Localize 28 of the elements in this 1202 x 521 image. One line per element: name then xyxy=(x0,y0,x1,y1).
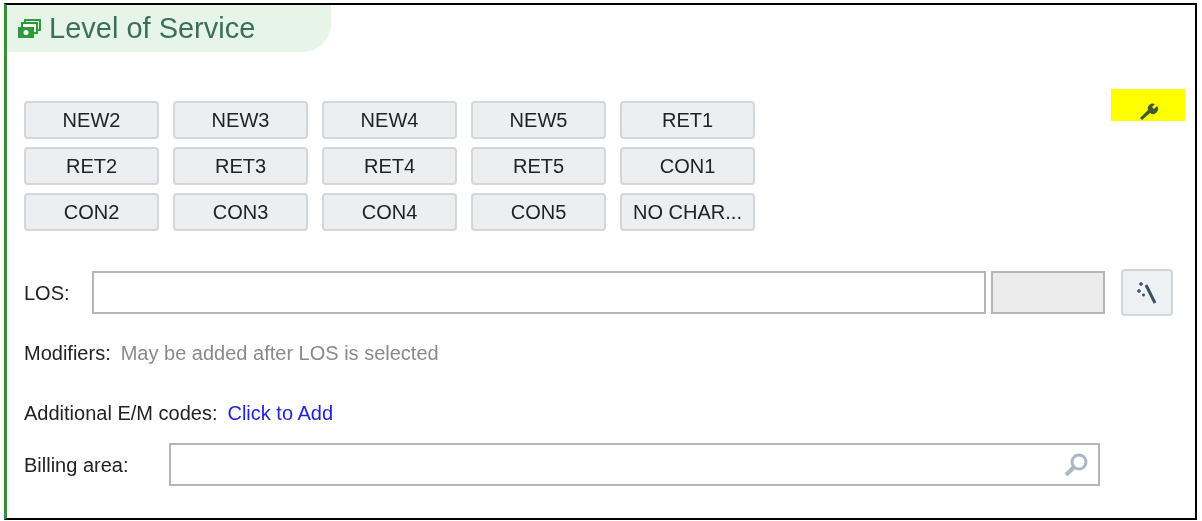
code-button[interactable]: NEW4 xyxy=(322,101,457,139)
code-button[interactable]: RET3 xyxy=(173,147,308,185)
money-stack-icon xyxy=(17,18,41,39)
code-button[interactable]: CON5 xyxy=(471,193,606,231)
wrench-button[interactable] xyxy=(1111,89,1185,121)
code-button[interactable]: NEW2 xyxy=(24,101,159,139)
code-button[interactable]: CON3 xyxy=(173,193,308,231)
billing-area-label: Billing area: xyxy=(24,452,130,478)
modifiers-label: Modifiers: xyxy=(24,341,111,366)
code-button[interactable]: CON2 xyxy=(24,193,159,231)
code-button[interactable]: RET1 xyxy=(620,101,755,139)
additional-codes-label: Additional E/M codes: xyxy=(24,401,218,426)
code-button[interactable]: NO CHAR... xyxy=(620,193,755,231)
billing-area-search-field[interactable] xyxy=(169,443,1100,486)
magic-wand-icon xyxy=(1135,279,1159,306)
los-input[interactable] xyxy=(92,271,986,314)
click-to-add-link[interactable]: Click to Add xyxy=(227,398,334,428)
code-button[interactable]: CON4 xyxy=(322,193,457,231)
code-button[interactable]: RET5 xyxy=(471,147,606,185)
modifiers-hint: May be added after LOS is selected xyxy=(120,341,439,366)
panel-title: Level of Service xyxy=(49,14,256,43)
code-button[interactable]: NEW5 xyxy=(471,101,606,139)
code-button[interactable]: RET2 xyxy=(24,147,159,185)
code-button[interactable]: RET4 xyxy=(322,147,457,185)
magic-wand-button[interactable] xyxy=(1121,269,1173,316)
code-button[interactable]: NEW3 xyxy=(173,101,308,139)
los-label: LOS: xyxy=(24,280,71,306)
code-button[interactable]: CON1 xyxy=(620,147,755,185)
